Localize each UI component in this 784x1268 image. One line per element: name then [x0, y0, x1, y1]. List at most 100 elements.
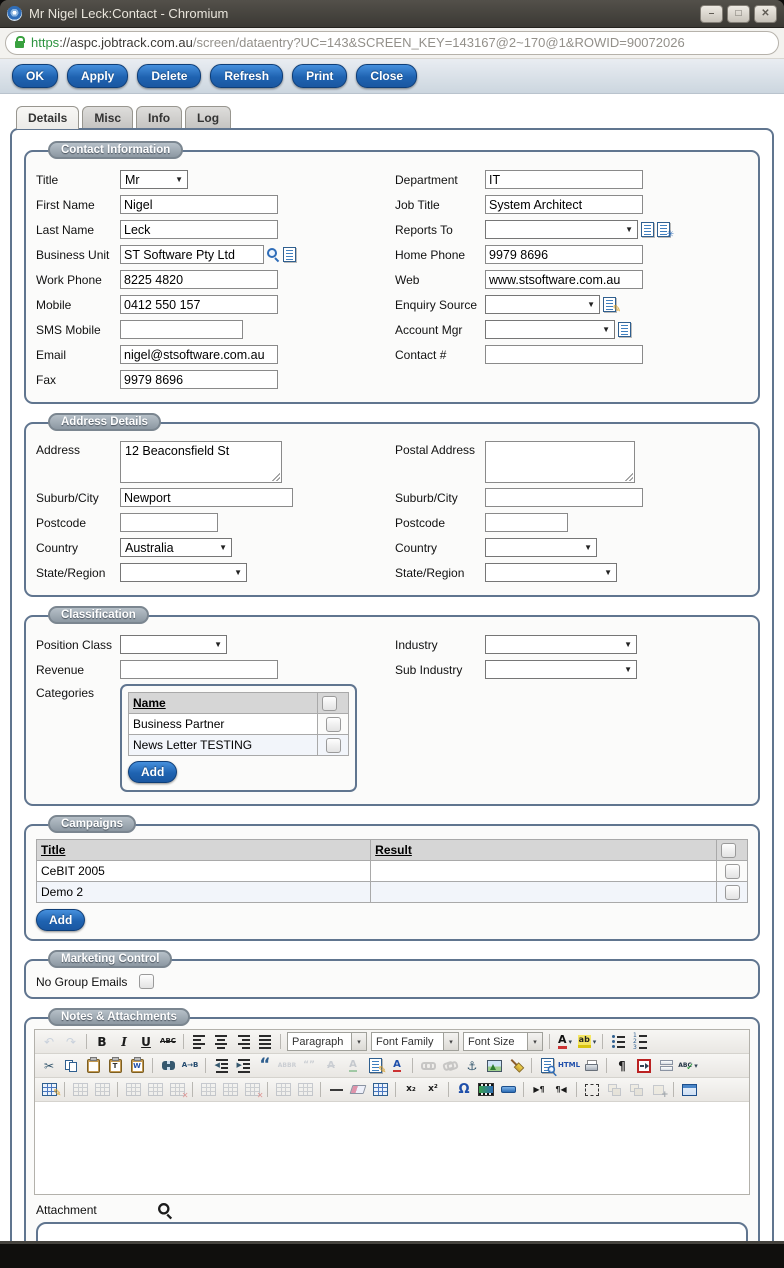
non-breaking-space-icon[interactable]	[634, 1056, 654, 1075]
campaigns-title-header[interactable]: Title	[35, 839, 372, 861]
copy-icon[interactable]	[61, 1056, 81, 1075]
font-size-select[interactable]: Font Size ▾	[463, 1032, 543, 1051]
apply-button[interactable]: Apply	[67, 64, 129, 88]
format-select[interactable]: Paragraph ▾	[287, 1032, 367, 1051]
no-group-emails-checkbox[interactable]	[139, 974, 154, 989]
strikethrough-icon[interactable]: ABC	[158, 1032, 178, 1051]
visual-aid-icon[interactable]	[370, 1080, 390, 1099]
superscript-icon[interactable]: x²	[423, 1080, 443, 1099]
home-phone-input[interactable]	[485, 245, 643, 264]
indent-icon[interactable]: ▶	[233, 1056, 253, 1075]
insert-media-icon[interactable]	[476, 1080, 496, 1099]
attachment-search-icon[interactable]	[157, 1202, 172, 1217]
edit-icon[interactable]: ✎	[603, 297, 621, 315]
tab-misc[interactable]: Misc	[82, 106, 134, 128]
paste-from-word-icon[interactable]: W	[127, 1056, 147, 1075]
insert-table-icon[interactable]: ✎	[39, 1080, 62, 1099]
suburb-city-input[interactable]	[120, 488, 293, 507]
ok-button[interactable]: OK	[12, 64, 58, 88]
preview-icon[interactable]	[537, 1056, 557, 1075]
postal-address-textarea[interactable]	[485, 441, 635, 483]
close-button[interactable]: Close	[356, 64, 418, 88]
blockquote-icon[interactable]: “	[255, 1056, 275, 1075]
sms-mobile-input[interactable]	[120, 320, 243, 339]
visual-blocks-icon[interactable]	[582, 1080, 602, 1099]
delete-button[interactable]: Delete	[137, 64, 202, 88]
special-character-icon[interactable]: Ω	[454, 1080, 474, 1099]
find-icon[interactable]	[158, 1056, 178, 1075]
fax-input[interactable]	[120, 370, 278, 389]
font-family-select[interactable]: Font Family ▾	[371, 1032, 459, 1051]
web-input[interactable]	[485, 270, 643, 289]
enquiry-source-select[interactable]: ▼	[485, 295, 600, 314]
align-left-icon[interactable]	[189, 1032, 209, 1051]
bullet-list-icon[interactable]	[608, 1032, 628, 1051]
citation-icon[interactable]: A	[387, 1056, 407, 1075]
advanced-hr-icon[interactable]	[498, 1080, 518, 1099]
select-all-checkbox[interactable]	[322, 695, 337, 711]
row-checkbox[interactable]	[724, 863, 740, 879]
row-checkbox[interactable]	[325, 716, 341, 732]
account-mgr-select[interactable]: ▼	[485, 320, 615, 339]
email-input[interactable]	[120, 345, 278, 364]
revenue-input[interactable]	[120, 660, 278, 679]
resize-grip-icon[interactable]	[625, 473, 633, 481]
close-window-button[interactable]: ✕	[754, 4, 777, 23]
new-document-icon[interactable]: ✳	[657, 222, 674, 239]
row-checkbox[interactable]	[724, 884, 740, 900]
visual-characters-icon[interactable]: ¶	[612, 1056, 632, 1075]
edit-attributes-icon[interactable]: ✎	[365, 1056, 387, 1076]
first-name-input[interactable]	[120, 195, 278, 214]
contact-input[interactable]	[485, 345, 643, 364]
spellcheck-icon[interactable]: ABC▾	[678, 1056, 698, 1075]
right-to-left-icon[interactable]: ¶◀	[551, 1080, 571, 1099]
industry-select[interactable]: ▼	[485, 635, 637, 654]
department-input[interactable]	[485, 170, 643, 189]
italic-icon[interactable]: I	[114, 1032, 134, 1051]
align-justify-icon[interactable]	[255, 1032, 275, 1051]
document-icon[interactable]	[283, 247, 296, 262]
sub-industry-select[interactable]: ▼	[485, 660, 637, 679]
minimize-button[interactable]: –	[700, 4, 723, 23]
paste-icon[interactable]	[83, 1056, 103, 1075]
state-region-select[interactable]: ▼	[120, 563, 247, 582]
tab-info[interactable]: Info	[136, 106, 183, 128]
bold-icon[interactable]: B	[92, 1032, 112, 1051]
country-select[interactable]: ▼	[485, 538, 597, 557]
mobile-input[interactable]	[120, 295, 278, 314]
postcode-input[interactable]	[120, 513, 218, 532]
highlight-color-icon[interactable]: ab ▾	[577, 1032, 597, 1051]
left-to-right-icon[interactable]: ▶¶	[529, 1080, 549, 1099]
print-icon[interactable]	[581, 1056, 601, 1075]
cleanup-code-icon[interactable]	[506, 1056, 526, 1075]
numbered-list-icon[interactable]: 123	[630, 1032, 650, 1051]
select-all-checkbox[interactable]	[721, 842, 736, 858]
find-replace-icon[interactable]: A→B	[180, 1056, 200, 1075]
last-name-input[interactable]	[120, 220, 278, 239]
print-button[interactable]: Print	[292, 64, 348, 88]
remove-formatting-icon[interactable]	[348, 1080, 368, 1099]
subscript-icon[interactable]: x₂	[401, 1080, 421, 1099]
maximize-button[interactable]: □	[727, 4, 750, 23]
anchor-icon[interactable]: ⚓	[462, 1056, 482, 1075]
align-right-icon[interactable]	[233, 1032, 253, 1051]
address-input[interactable]: https://aspc.jobtrack.com.au/screen/data…	[5, 31, 779, 55]
position-class-select[interactable]: ▼	[120, 635, 227, 654]
page-break-icon[interactable]	[656, 1056, 676, 1075]
title-select[interactable]: Mr ▼	[120, 170, 188, 189]
job-title-input[interactable]	[485, 195, 643, 214]
tab-log[interactable]: Log	[185, 106, 232, 128]
underline-icon[interactable]: U	[136, 1032, 156, 1051]
address-textarea[interactable]: 12 Beaconsfield St	[120, 441, 282, 483]
document-icon[interactable]	[641, 222, 654, 237]
align-center-icon[interactable]	[211, 1032, 231, 1051]
suburb-city-input[interactable]	[485, 488, 643, 507]
reports-to-select[interactable]: ▼	[485, 220, 638, 239]
editor-content-area[interactable]	[35, 1102, 749, 1194]
fullscreen-icon[interactable]	[679, 1080, 699, 1099]
add-campaign-button[interactable]: Add	[36, 909, 86, 931]
refresh-button[interactable]: Refresh	[210, 64, 284, 88]
work-phone-input[interactable]	[120, 270, 278, 289]
edit-html-icon[interactable]: HTML	[558, 1056, 580, 1075]
campaigns-result-header[interactable]: Result	[370, 839, 717, 861]
